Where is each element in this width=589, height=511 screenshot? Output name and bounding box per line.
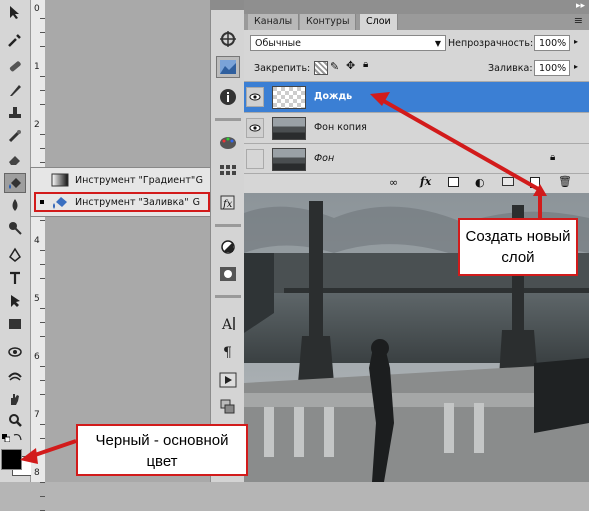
arrow-to-rain-layer <box>381 98 541 192</box>
callout-foreground-color: Черный - основной цвет <box>76 424 248 476</box>
arrow-to-foreground <box>31 439 77 458</box>
callout-new-layer: Создать новый слой <box>458 218 578 276</box>
ruler-tick <box>40 496 45 497</box>
ruler-tick <box>40 482 45 483</box>
arrowhead <box>20 448 38 464</box>
